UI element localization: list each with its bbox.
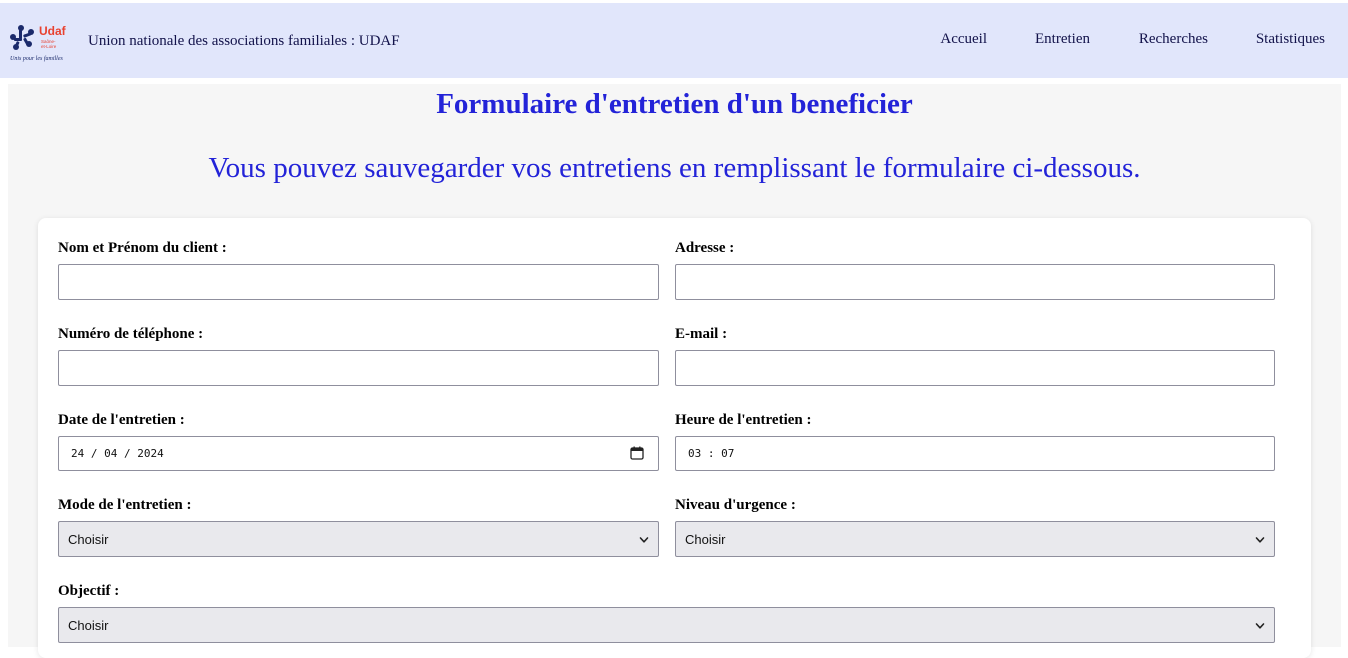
svg-text:et-Loire: et-Loire [41, 44, 57, 49]
phone-input[interactable] [58, 350, 659, 386]
address-input[interactable] [675, 264, 1275, 300]
chevron-down-icon [1255, 623, 1265, 629]
urgency-selected-value: Choisir [685, 532, 726, 547]
client-name-label: Nom et Prénom du client : [58, 240, 227, 256]
time-value: 03 : 07 [688, 447, 735, 460]
date-input[interactable]: 24 / 04 / 2024 [58, 436, 659, 471]
urgency-select[interactable]: Choisir [675, 521, 1275, 557]
calendar-icon[interactable] [630, 446, 644, 460]
mode-select[interactable]: Choisir [58, 521, 659, 557]
address-label: Adresse : [675, 240, 735, 256]
objective-label: Objectif : [58, 583, 120, 599]
time-input[interactable]: 03 : 07 [675, 436, 1275, 471]
svg-text:Udaf: Udaf [39, 24, 67, 38]
date-value: 24 / 04 / 2024 [71, 447, 164, 460]
main-content: Formulaire d'entretien d'un beneficier V… [8, 84, 1341, 658]
nav-link-accueil[interactable]: Accueil [940, 31, 987, 48]
urgency-label: Niveau d'urgence : [675, 497, 796, 513]
svg-text:Unis pour les familles: Unis pour les familles [10, 55, 63, 62]
mode-label: Mode de l'entretien : [58, 497, 192, 513]
mode-selected-value: Choisir [68, 532, 109, 547]
page-subtitle: Vous pouvez sauvegarder vos entretiens e… [208, 152, 1141, 184]
udaf-logo[interactable]: Udaf Saône- et-Loire Unis pour les famil… [9, 19, 75, 65]
nav-link-recherches[interactable]: Recherches [1139, 31, 1208, 48]
email-label: E-mail : [675, 326, 728, 342]
objective-select[interactable]: Choisir [58, 607, 1275, 643]
nav-link-entretien[interactable]: Entretien [1035, 31, 1090, 48]
date-label: Date de l'entretien : [58, 412, 185, 428]
page-title: Formulaire d'entretien d'un beneficier [436, 88, 913, 120]
phone-label: Numéro de téléphone : [58, 326, 204, 342]
site-header: Udaf Saône- et-Loire Unis pour les famil… [0, 3, 1348, 78]
interview-form: Nom et Prénom du client : Adresse : Numé… [38, 218, 1311, 658]
objective-selected-value: Choisir [68, 618, 109, 633]
chevron-down-icon [1255, 537, 1265, 543]
site-brand-title: Union nationale des associations familia… [88, 33, 400, 49]
email-input[interactable] [675, 350, 1275, 386]
time-label: Heure de l'entretien : [675, 412, 812, 428]
client-name-input[interactable] [58, 264, 659, 300]
nav-link-statistiques[interactable]: Statistiques [1256, 31, 1325, 48]
chevron-down-icon [639, 537, 649, 543]
